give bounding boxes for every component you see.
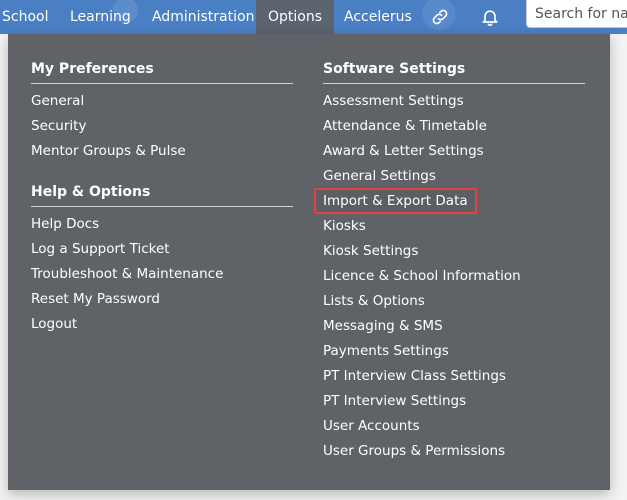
help-options-divider [31,206,293,207]
menu-item-user-groups-permissions[interactable]: User Groups & Permissions [323,442,505,460]
menu-item-mentor-groups-pulse[interactable]: Mentor Groups & Pulse [31,142,186,160]
top-nav-bar: School Learning Administration Options A… [0,0,627,34]
nav-options[interactable]: Options [256,0,335,34]
menu-item-help-docs[interactable]: Help Docs [31,215,99,233]
options-dropdown: My Preferences General Security Mentor G… [8,34,610,490]
menu-item-payments-settings[interactable]: Payments Settings [323,342,449,360]
menu-item-import-export-data[interactable]: Import & Export Data [314,188,477,214]
menu-item-security[interactable]: Security [31,117,86,135]
bell-icon[interactable] [474,0,506,34]
menu-item-troubleshoot-maintenance[interactable]: Troubleshoot & Maintenance [31,265,223,283]
menu-item-kiosk-settings[interactable]: Kiosk Settings [323,242,418,260]
software-settings-heading: Software Settings [323,61,466,77]
menu-item-reset-password[interactable]: Reset My Password [31,290,160,308]
nav-accelerus[interactable]: Accelerus [344,0,412,34]
menu-item-log-support-ticket[interactable]: Log a Support Ticket [31,240,170,258]
menu-item-general[interactable]: General [31,92,84,110]
nav-administration[interactable]: Administration [152,0,254,34]
menu-item-award-letter-settings[interactable]: Award & Letter Settings [323,142,484,160]
menu-item-pt-interview-class-settings[interactable]: PT Interview Class Settings [323,367,506,385]
my-preferences-divider [31,83,293,84]
menu-item-user-accounts[interactable]: User Accounts [323,417,420,435]
menu-item-attendance-timetable[interactable]: Attendance & Timetable [323,117,487,135]
menu-item-logout[interactable]: Logout [31,315,77,333]
search-input[interactable] [526,0,627,28]
menu-item-assessment-settings[interactable]: Assessment Settings [323,92,464,110]
menu-item-general-settings[interactable]: General Settings [323,167,436,185]
menu-item-lists-options[interactable]: Lists & Options [323,292,425,310]
nav-school[interactable]: School [2,0,48,34]
menu-item-kiosks[interactable]: Kiosks [323,217,366,235]
nav-learning[interactable]: Learning [70,0,131,34]
my-preferences-heading: My Preferences [31,61,154,77]
software-settings-divider [323,83,585,84]
menu-item-pt-interview-settings[interactable]: PT Interview Settings [323,392,466,410]
menu-item-messaging-sms[interactable]: Messaging & SMS [323,317,443,335]
menu-item-licence-school-information[interactable]: Licence & School Information [323,267,521,285]
help-options-heading: Help & Options [31,184,151,200]
link-icon[interactable] [424,0,456,34]
